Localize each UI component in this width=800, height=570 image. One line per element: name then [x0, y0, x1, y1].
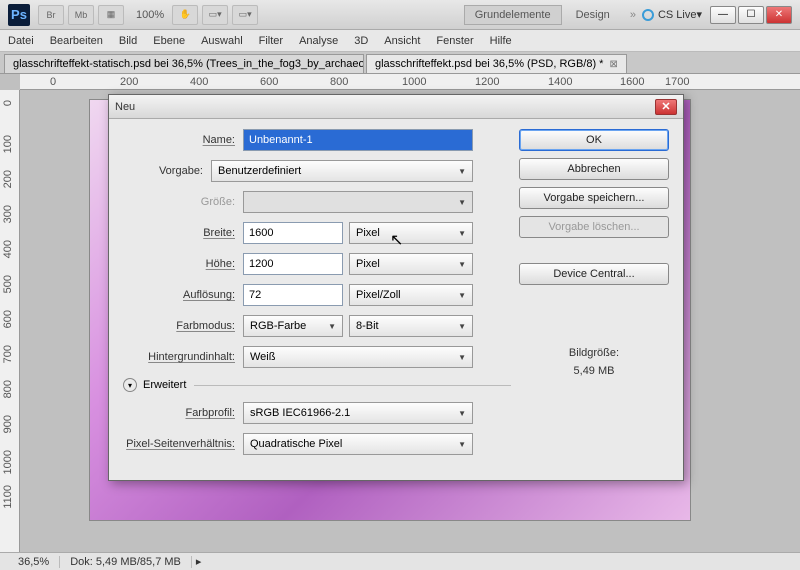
menu-bar: Datei Bearbeiten Bild Ebene Auswahl Filt…: [0, 30, 800, 52]
cslive-button[interactable]: CS Live ▾: [642, 8, 702, 21]
ruler-vertical: 0100 200300 400500 600700 800900 1000110…: [0, 90, 20, 552]
menu-file[interactable]: Datei: [8, 35, 34, 47]
bitdepth-dropdown[interactable]: 8-Bit▼: [349, 315, 473, 337]
chevron-down-icon: ▼: [458, 291, 466, 300]
ok-button[interactable]: OK: [519, 129, 669, 151]
delete-preset-button: Vorgabe löschen...: [519, 216, 669, 238]
chevron-down-icon: ▼: [458, 198, 466, 207]
tab-document-1[interactable]: glasschrifteffekt-statisch.psd bei 36,5%…: [4, 54, 364, 73]
ruler-horizontal: 0200 400600 8001000 12001400 16001700: [20, 74, 800, 90]
height-input[interactable]: 1200: [243, 253, 343, 275]
label-resolution: Auflösung:: [123, 289, 243, 301]
size-dropdown: ▼: [243, 191, 473, 213]
chevron-down-icon: ▼: [458, 440, 466, 449]
chevron-down-icon: ▼: [458, 167, 466, 176]
status-bar: 36,5% Dok: 5,49 MB/85,7 MB ▸: [0, 552, 800, 570]
maximize-button[interactable]: ☐: [738, 6, 764, 24]
dialog-titlebar[interactable]: Neu ✕: [109, 95, 683, 119]
cancel-button[interactable]: Abbrechen: [519, 158, 669, 180]
tool-layout[interactable]: ▦: [98, 5, 124, 25]
label-colormode: Farbmodus:: [123, 320, 243, 332]
label-preset: Vorgabe:: [123, 165, 211, 177]
tool-view1[interactable]: ▭▾: [202, 5, 228, 25]
label-bgcontent: Hintergrundinhalt:: [123, 351, 243, 363]
chevron-down-icon: ▼: [458, 322, 466, 331]
width-input[interactable]: 1600: [243, 222, 343, 244]
app-toolbar: Ps Br Mb ▦ 100% ✋ ▭▾ ▭▾ Grundelemente De…: [0, 0, 800, 30]
chevron-down-icon: ▼: [458, 353, 466, 362]
chevron-down-icon: ▼: [458, 260, 466, 269]
menu-edit[interactable]: Bearbeiten: [50, 35, 103, 47]
new-document-dialog: Neu ✕ Name: Unbenannt-1 Vorgabe: Benutze…: [108, 94, 684, 481]
chevron-down-icon: ▼: [458, 409, 466, 418]
label-width: Breite:: [123, 227, 243, 239]
menu-image[interactable]: Bild: [119, 35, 137, 47]
menu-layer[interactable]: Ebene: [153, 35, 185, 47]
resolution-unit-dropdown[interactable]: Pixel/Zoll▼: [349, 284, 473, 306]
tab-document-2[interactable]: glasschrifteffekt.psd bei 36,5% (PSD, RG…: [366, 54, 627, 73]
status-zoom[interactable]: 36,5%: [8, 556, 60, 568]
dialog-close-button[interactable]: ✕: [655, 99, 677, 115]
width-unit-dropdown[interactable]: Pixel▼: [349, 222, 473, 244]
tool-view2[interactable]: ▭▾: [232, 5, 258, 25]
colormode-dropdown[interactable]: RGB-Farbe▼: [243, 315, 343, 337]
chevron-down-icon: ▼: [458, 229, 466, 238]
zoom-level[interactable]: 100%: [136, 9, 164, 21]
image-size-info: Bildgröße: 5,49 MB: [519, 345, 669, 380]
label-height: Höhe:: [123, 258, 243, 270]
pixelaspect-dropdown[interactable]: Quadratische Pixel▼: [243, 433, 473, 455]
close-icon[interactable]: ⊠: [609, 59, 617, 70]
menu-3d[interactable]: 3D: [354, 35, 368, 47]
menu-analysis[interactable]: Analyse: [299, 35, 338, 47]
workspace-design[interactable]: Design: [566, 6, 620, 24]
workspace-essentials[interactable]: Grundelemente: [464, 5, 562, 25]
tool-hand[interactable]: ✋: [172, 5, 198, 25]
label-advanced[interactable]: Erweitert: [143, 379, 186, 391]
preset-dropdown[interactable]: Benutzerdefiniert▼: [211, 160, 473, 182]
advanced-toggle-icon[interactable]: ▾: [123, 378, 137, 392]
save-preset-button[interactable]: Vorgabe speichern...: [519, 187, 669, 209]
colorprofile-dropdown[interactable]: sRGB IEC61966-2.1▼: [243, 402, 473, 424]
tool-mb[interactable]: Mb: [68, 5, 94, 25]
status-more-icon[interactable]: ▸: [196, 555, 202, 568]
menu-view[interactable]: Ansicht: [384, 35, 420, 47]
document-tabs: glasschrifteffekt-statisch.psd bei 36,5%…: [0, 52, 800, 74]
workspace-more-icon[interactable]: »: [630, 9, 636, 21]
height-unit-dropdown[interactable]: Pixel▼: [349, 253, 473, 275]
close-button[interactable]: ✕: [766, 6, 792, 24]
menu-filter[interactable]: Filter: [259, 35, 283, 47]
chevron-down-icon: ▼: [328, 322, 336, 331]
cslive-icon: [642, 9, 654, 21]
tool-bridge[interactable]: Br: [38, 5, 64, 25]
minimize-button[interactable]: ―: [710, 6, 736, 24]
label-size: Größe:: [123, 196, 243, 208]
status-doc[interactable]: Dok: 5,49 MB/85,7 MB: [60, 556, 192, 568]
label-pixelaspect: Pixel-Seitenverhältnis:: [123, 438, 243, 450]
menu-select[interactable]: Auswahl: [201, 35, 243, 47]
device-central-button[interactable]: Device Central...: [519, 263, 669, 285]
ps-logo: Ps: [8, 4, 30, 26]
resolution-input[interactable]: 72: [243, 284, 343, 306]
bgcontent-dropdown[interactable]: Weiß▼: [243, 346, 473, 368]
dialog-title: Neu: [115, 101, 135, 113]
menu-help[interactable]: Hilfe: [490, 35, 512, 47]
label-colorprofile: Farbprofil:: [123, 407, 243, 419]
name-input[interactable]: Unbenannt-1: [243, 129, 473, 151]
menu-window[interactable]: Fenster: [436, 35, 473, 47]
label-name: Name:: [123, 134, 243, 146]
